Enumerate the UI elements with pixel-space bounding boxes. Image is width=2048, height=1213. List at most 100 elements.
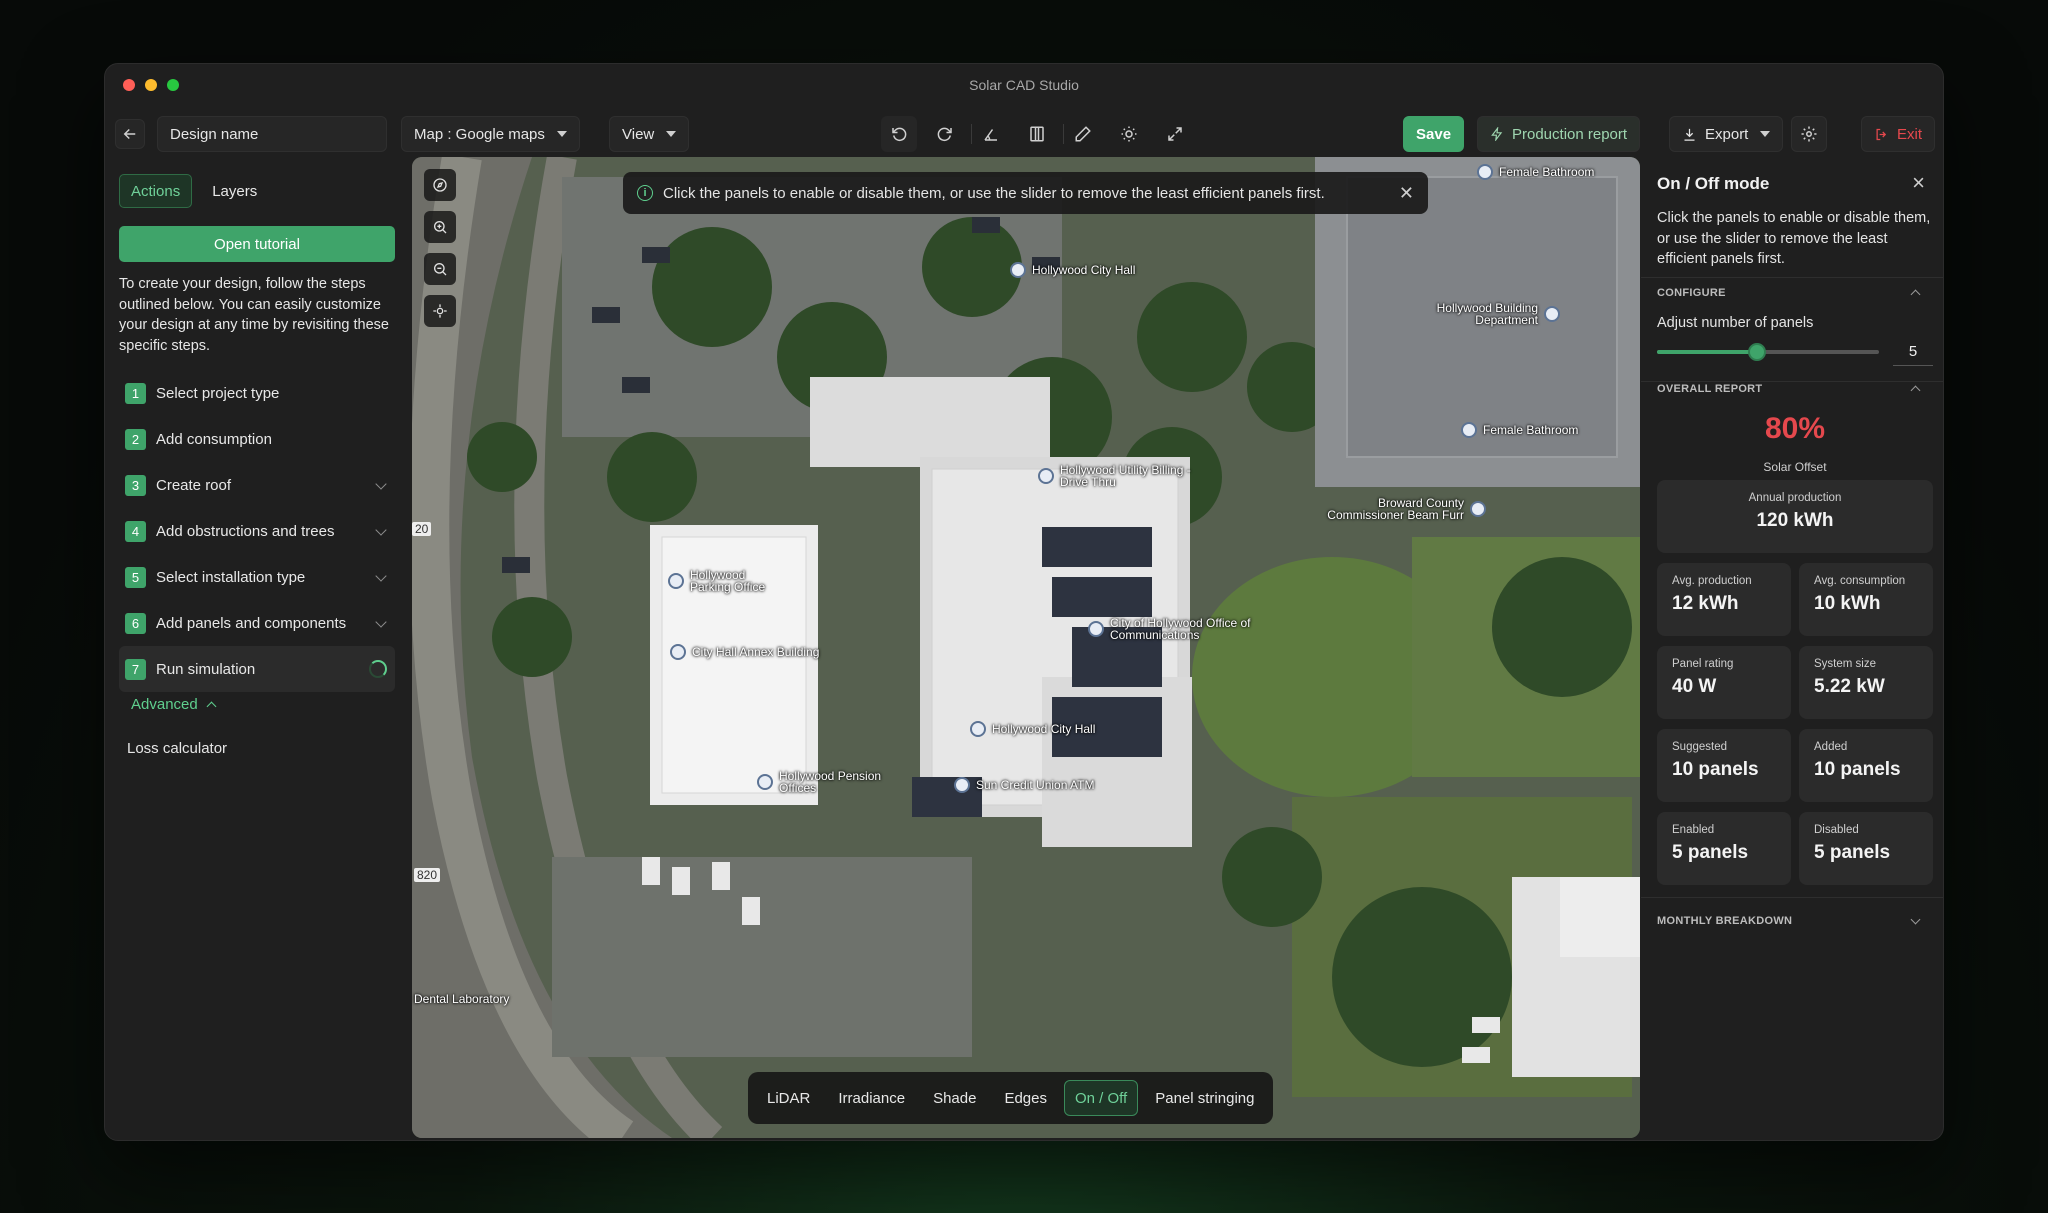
minimize-window-button[interactable] (145, 79, 157, 91)
card-value: 5 panels (1814, 842, 1891, 863)
mode-edges[interactable]: Edges (993, 1080, 1058, 1116)
exit-label: Exit (1897, 125, 1923, 143)
map-poi[interactable]: Hollywood City Hall (970, 721, 1095, 737)
chevron-up-icon[interactable] (1910, 385, 1921, 396)
tab-actions[interactable]: Actions (119, 174, 193, 208)
poi-label: City of Hollywood Office of Communicatio… (1110, 616, 1251, 642)
map-poi[interactable]: Sun Credit Union ATM (954, 777, 1095, 793)
mode-panel-stringing[interactable]: Panel stringing (1144, 1080, 1265, 1116)
chevron-down-icon (375, 570, 387, 582)
step-label: Create roof (156, 476, 232, 494)
map-poi[interactable]: Hollywood Utility Billing - Drive Thru (1038, 464, 1208, 488)
production-report-label: Production report (1512, 125, 1628, 143)
exit-button[interactable]: Exit (1861, 116, 1936, 152)
close-icon[interactable]: ✕ (1399, 183, 1414, 204)
back-button[interactable] (115, 119, 145, 149)
zoom-in-button[interactable] (424, 211, 456, 243)
map-select[interactable]: Map : Google maps (401, 116, 580, 152)
compass-button[interactable] (424, 169, 456, 201)
poi-pin-icon (1010, 262, 1026, 278)
zoom-out-button[interactable] (424, 253, 456, 285)
map-poi[interactable]: Female Bathroom (1477, 164, 1594, 180)
step-create-roof[interactable]: 3 Create roof (119, 462, 395, 508)
maximize-window-button[interactable] (167, 79, 179, 91)
tab-layers[interactable]: Layers (200, 174, 269, 208)
mode-lidar[interactable]: LiDAR (756, 1080, 821, 1116)
divider (1641, 381, 1943, 382)
map-poi[interactable]: Hollywood City Hall (1010, 262, 1135, 278)
step-run-simulation[interactable]: 7 Run simulation (119, 646, 395, 692)
draw-tool-button[interactable] (1065, 116, 1101, 152)
step-add-consumption[interactable]: 2 Add consumption (119, 416, 395, 462)
design-name-input[interactable]: Design name (157, 116, 387, 152)
card-value: 40 W (1672, 676, 1717, 697)
angle-tool-button[interactable] (973, 116, 1009, 152)
chevron-down-icon (375, 616, 387, 628)
chevron-down-icon (375, 478, 387, 490)
undo-button[interactable] (881, 116, 917, 152)
map-poi[interactable]: Hollywood Pension Offices (757, 770, 887, 794)
redo-button[interactable] (927, 116, 963, 152)
chevron-down-icon (556, 131, 567, 137)
added-panels-card: Added 10 panels (1799, 729, 1933, 802)
panels-count-input[interactable]: 5 (1893, 338, 1933, 366)
monthly-breakdown-header[interactable]: MONTHLY BREAKDOWN (1657, 915, 1792, 927)
export-button[interactable]: Export (1669, 116, 1784, 152)
chevron-down-icon[interactable] (1910, 914, 1921, 925)
solar-offset-label: Solar Offset (1763, 460, 1827, 474)
map-poi[interactable]: Hollywood Parking Office (668, 569, 788, 593)
close-icon[interactable]: × (1912, 170, 1925, 196)
card-value: 10 panels (1814, 759, 1901, 780)
card-label: Enabled (1672, 824, 1715, 836)
intro-text: To create your design, follow the steps … (119, 276, 389, 354)
mode-shade[interactable]: Shade (922, 1080, 987, 1116)
map-poi[interactable]: Broward County Commissioner Beam Furr (1306, 497, 1486, 521)
production-report-button[interactable]: Production report (1477, 116, 1641, 152)
mode-on-off[interactable]: On / Off (1063, 1080, 1139, 1116)
angle-icon (984, 129, 997, 141)
map-poi[interactable]: City of Hollywood Office of Communicatio… (1088, 617, 1258, 641)
pencil-icon (1075, 126, 1091, 142)
card-value: 5 panels (1672, 842, 1749, 863)
map-poi[interactable]: Hollywood Building Department (1410, 302, 1560, 326)
map-poi[interactable]: City Hall Annex Building (670, 644, 819, 660)
poi-pin-icon (1038, 468, 1054, 484)
open-tutorial-button[interactable]: Open tutorial (119, 226, 395, 262)
adjust-panels-label: Adjust number of panels (1657, 315, 1814, 331)
sun-icon (1121, 126, 1137, 142)
locate-button[interactable] (424, 295, 456, 327)
panels-slider[interactable] (1657, 343, 1879, 361)
exit-icon (1876, 128, 1887, 140)
settings-button[interactable] (1791, 116, 1827, 152)
fullscreen-button[interactable] (1157, 116, 1193, 152)
advanced-toggle[interactable]: Advanced (131, 696, 217, 713)
map-poi[interactable]: Dental Laboratory (414, 993, 509, 1005)
map-poi[interactable]: Female Bathroom (1461, 422, 1578, 438)
view-select[interactable]: View (609, 116, 690, 152)
ruler-tool-button[interactable] (1019, 116, 1055, 152)
step-label: Run simulation (156, 660, 256, 678)
avg-consumption-card: Avg. consumption 10 kWh (1799, 563, 1933, 636)
map-tools (424, 169, 456, 327)
card-label: Annual production (1748, 492, 1842, 504)
divider (1641, 277, 1943, 278)
satellite-map[interactable]: i Click the panels to enable or disable … (412, 157, 1640, 1138)
save-button[interactable]: Save (1403, 116, 1465, 152)
step-select-installation-type[interactable]: 5 Select installation type (119, 554, 395, 600)
chevron-up-icon[interactable] (1910, 289, 1921, 300)
slider-handle[interactable] (1747, 343, 1766, 361)
steps-list: 1 Select project type 2 Add consumption … (119, 370, 395, 692)
right-panel: On / Off mode × Click the panels to enab… (1641, 160, 1943, 1140)
card-value: 10 kWh (1814, 593, 1881, 614)
step-add-obstructions[interactable]: 4 Add obstructions and trees (119, 508, 395, 554)
enabled-panels-card: Enabled 5 panels (1657, 812, 1791, 885)
poi-pin-icon (1470, 501, 1486, 517)
close-window-button[interactable] (123, 79, 135, 91)
mode-irradiance[interactable]: Irradiance (827, 1080, 916, 1116)
sun-path-button[interactable] (1111, 116, 1147, 152)
step-add-panels[interactable]: 6 Add panels and components (119, 600, 395, 646)
loss-calculator-link[interactable]: Loss calculator (127, 740, 227, 757)
bolt-icon (1491, 127, 1503, 141)
step-select-project-type[interactable]: 1 Select project type (119, 370, 395, 416)
gear-icon (1801, 126, 1817, 142)
